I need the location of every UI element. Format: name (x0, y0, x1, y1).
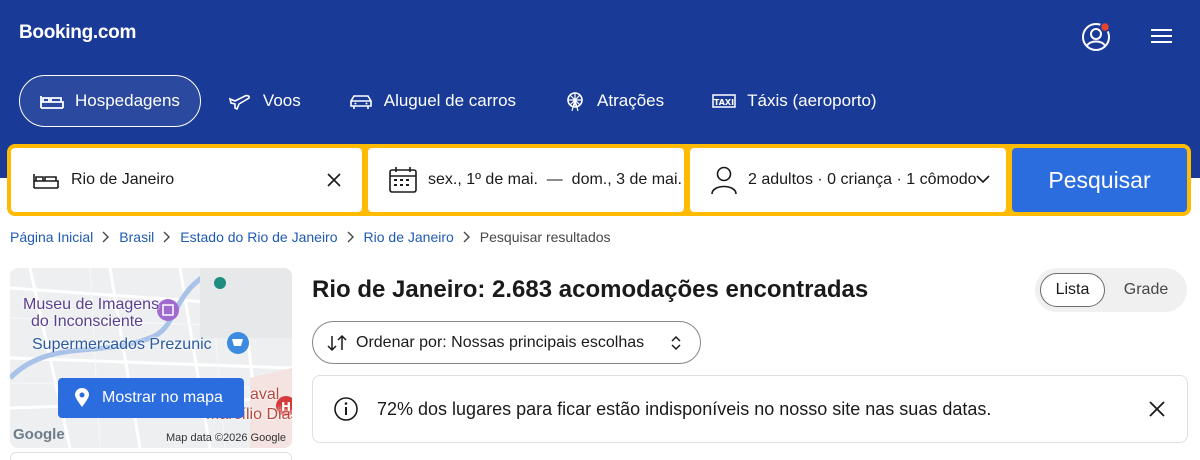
breadcrumb-link[interactable]: Página Inicial (10, 229, 93, 245)
sort-arrows-icon (327, 334, 347, 351)
chevron-right-icon (463, 231, 471, 243)
nav-hospedagens[interactable]: Hospedagens (19, 75, 201, 127)
main-nav: Hospedagens Voos Aluguel de carros Atraç… (19, 75, 904, 127)
nav-voos[interactable]: Voos (207, 75, 322, 127)
nav-label: Voos (262, 91, 301, 110)
clear-destination-button[interactable] (324, 170, 344, 190)
chevron-right-icon (347, 231, 355, 243)
google-logo: Google (13, 426, 65, 443)
breadcrumb-link[interactable]: Estado do Rio de Janeiro (180, 229, 337, 245)
plane-icon (228, 94, 250, 111)
sort-label: Ordenar por: Nossas principais escolhas (356, 333, 645, 351)
nav-label: Atrações (597, 91, 665, 110)
nav-atracoes[interactable]: Atrações (543, 75, 685, 127)
sort-dropdown[interactable]: Ordenar por: Nossas principais escolhas (312, 321, 701, 364)
person-icon (711, 166, 737, 195)
account-icon[interactable] (1080, 20, 1112, 52)
hamburger-menu-icon[interactable] (1148, 22, 1180, 54)
nav-taxis[interactable]: TAXI Táxis (aeroporto) (691, 75, 897, 127)
destination-field[interactable]: Rio de Janeiro (11, 148, 362, 212)
guests-field[interactable]: 2 adultos · 0 criança · 1 cômodo (690, 148, 1006, 212)
taxi-icon: TAXI (712, 94, 736, 108)
close-icon (327, 173, 341, 187)
close-icon[interactable] (1149, 401, 1165, 417)
calendar-icon (389, 167, 417, 193)
nav-label: Aluguel de carros (383, 91, 517, 110)
view-grid-button[interactable]: Grade (1110, 273, 1182, 307)
bed-icon (40, 96, 64, 109)
view-toggle: Lista Grade (1035, 268, 1187, 312)
guests-value: 2 adultos · 0 criança · 1 cômodo (748, 171, 977, 188)
chevron-right-icon (102, 231, 110, 243)
show-on-map-button[interactable]: Mostrar no mapa (58, 378, 244, 418)
destination-value: Rio de Janeiro (71, 171, 175, 188)
breadcrumb-current: Pesquisar resultados (479, 229, 611, 245)
ferris-wheel-icon (567, 92, 583, 112)
chevron-right-icon (163, 231, 171, 243)
nav-aluguel-carros[interactable]: Aluguel de carros (328, 75, 537, 127)
breadcrumb-link[interactable]: Rio de Janeiro (364, 229, 454, 245)
car-icon (349, 95, 372, 109)
view-list-button[interactable]: Lista (1040, 273, 1105, 307)
booking-logo[interactable]: Booking.com (19, 22, 136, 44)
breadcrumb: Página Inicial Brasil Estado do Rio de J… (10, 229, 611, 245)
dates-field[interactable]: sex., 1º de mai. — dom., 3 de mai. (368, 148, 684, 212)
chevron-down-icon (976, 174, 990, 184)
map-pin-icon (75, 388, 89, 407)
show-on-map-label: Mostrar no mapa (102, 389, 223, 406)
search-bar: Rio de Janeiro sex., 1º de mai. — dom., … (7, 144, 1191, 216)
nav-label: Hospedagens (75, 91, 180, 110)
dates-value: sex., 1º de mai. — dom., 3 de mai. (428, 171, 682, 188)
notice-text: 72% dos lugares para ficar estão indispo… (377, 398, 992, 419)
map-label: do Inconsciente (31, 313, 144, 330)
nav-label: Táxis (aeroporto) (747, 91, 877, 110)
map-label: Supermercados Prezunic (32, 336, 212, 353)
map-preview[interactable]: H Museu de Imagens do Inconsciente Super… (10, 268, 292, 448)
chevron-up-down-icon (671, 335, 681, 351)
svg-text:TAXI: TAXI (714, 98, 734, 107)
availability-notice: 72% dos lugares para ficar estão indispo… (312, 375, 1188, 443)
map-label: Museu de Imagens (23, 296, 160, 313)
bed-icon (33, 174, 59, 189)
filter-panel-edge (10, 452, 292, 460)
search-button[interactable]: Pesquisar (1012, 148, 1187, 212)
breadcrumb-link[interactable]: Brasil (119, 229, 154, 245)
info-icon (334, 397, 358, 421)
map-copyright: Map data ©2026 Google (166, 432, 287, 444)
results-title: Rio de Janeiro: 2.683 acomodações encont… (312, 276, 869, 303)
map-label: aval (250, 386, 280, 403)
